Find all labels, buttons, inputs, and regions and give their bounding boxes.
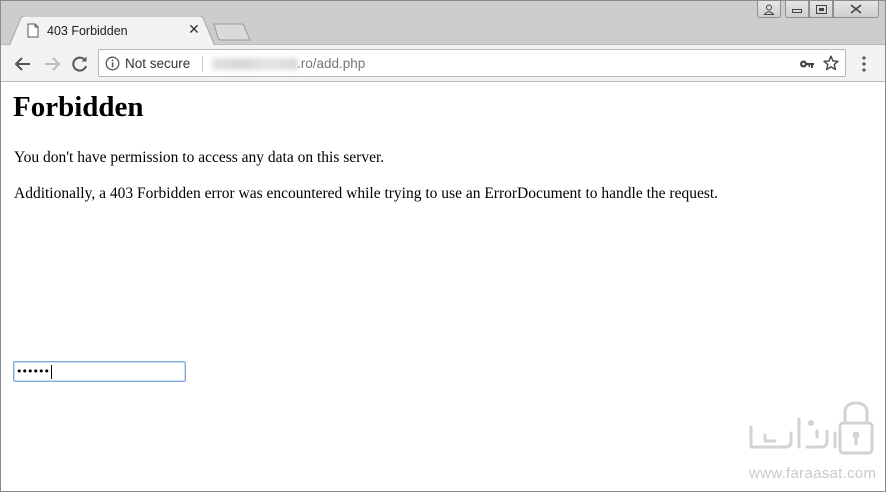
address-bar[interactable]: Not secure .ro/add.php [98, 49, 846, 77]
info-icon[interactable] [105, 56, 120, 71]
watermark-url: www.faraasat.com [749, 465, 877, 482]
error-detail: Additionally, a 403 Forbidden error was … [14, 185, 719, 202]
maximize-icon[interactable] [809, 1, 833, 18]
window-controls [757, 1, 879, 19]
kebab-menu-icon[interactable] [856, 55, 872, 73]
star-icon[interactable] [823, 55, 839, 71]
omnibox-separator [202, 56, 203, 72]
watermark-logo [749, 401, 874, 455]
close-window-icon[interactable] [833, 1, 879, 18]
key-icon[interactable] [799, 57, 815, 71]
browser-window: 403 Forbidden ✕ Not secure .ro/add.php F… [0, 0, 886, 492]
url-blurred-domain [212, 58, 298, 70]
new-tab-button[interactable] [213, 23, 251, 41]
url-text[interactable]: .ro/add.php [297, 56, 365, 71]
minimize-icon[interactable] [785, 1, 809, 18]
page-heading: Forbidden [13, 91, 144, 123]
error-message: You don't have permission to access any … [14, 149, 385, 166]
browser-toolbar: Not secure .ro/add.php [1, 45, 885, 82]
tab-strip: 403 Forbidden ✕ [1, 1, 885, 46]
window-buttons [785, 1, 879, 19]
tab-title: 403 Forbidden [47, 24, 128, 38]
text-caret [50, 364, 52, 379]
security-label[interactable]: Not secure [125, 56, 190, 71]
user-icon[interactable] [757, 1, 781, 18]
back-arrow-icon[interactable] [12, 53, 34, 75]
password-value: •••••• [16, 365, 50, 378]
page-icon [27, 23, 39, 38]
forward-arrow-icon[interactable] [41, 53, 63, 75]
password-input[interactable]: •••••• [13, 361, 186, 382]
close-icon[interactable]: ✕ [187, 23, 201, 37]
reload-icon[interactable] [69, 53, 91, 75]
